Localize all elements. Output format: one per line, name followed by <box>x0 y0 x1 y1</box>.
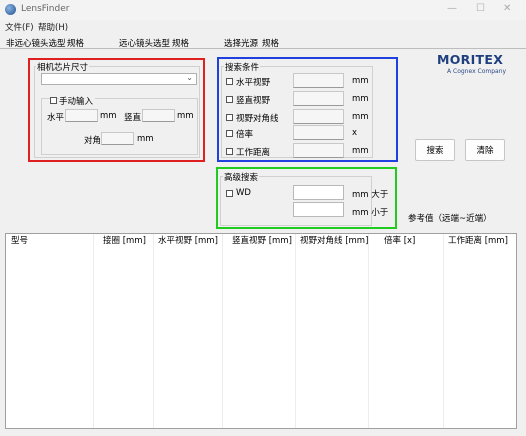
diagonal-fov-label: 视野对角线 <box>236 114 279 124</box>
manual-input-label: 手动输入 <box>59 95 96 107</box>
tab-divider <box>0 48 526 49</box>
magnification-input[interactable] <box>293 125 344 140</box>
column-header-hfov[interactable]: 水平视野 [mm] <box>158 234 218 248</box>
diagonal-fov-input[interactable] <box>293 109 344 124</box>
window-title: LensFinder <box>21 4 70 14</box>
wd-max-input[interactable] <box>293 202 344 217</box>
search-conditions-label: 搜索条件 <box>224 61 261 73</box>
reference-values-label: 参考值（远端~近端） <box>408 214 492 224</box>
wd-greater-label: mm 大于 <box>352 190 389 200</box>
diagonal-label: 对角 <box>84 136 102 146</box>
clear-button[interactable]: 清除 <box>465 139 505 161</box>
advanced-search-group <box>220 176 372 226</box>
wd-less-label: mm 小于 <box>352 208 389 218</box>
chevron-down-icon: ⌄ <box>186 73 193 82</box>
wd-label: WD <box>236 188 251 198</box>
column-divider <box>93 234 94 428</box>
sensor-size-dropdown[interactable]: ⌄ <box>41 73 197 85</box>
advanced-search-label: 高级搜索 <box>223 171 260 183</box>
maximize-icon[interactable]: ☐ <box>476 3 485 14</box>
vfov-input[interactable] <box>293 91 344 106</box>
magnification-unit: x <box>352 128 358 138</box>
diagonal-unit: mm <box>137 134 154 144</box>
vertical-input[interactable] <box>142 109 175 122</box>
results-table[interactable]: 型号 接圈 [mm] 水平视野 [mm] 竖直视野 [mm] 视野对角线 [mm… <box>5 233 517 429</box>
wd-min-input[interactable] <box>293 185 344 200</box>
minimize-icon[interactable]: — <box>447 3 457 14</box>
vfov-unit: mm <box>352 94 369 104</box>
hfov-input[interactable] <box>293 73 344 88</box>
horizontal-input[interactable] <box>65 109 98 122</box>
column-header-magnification[interactable]: 倍率 [x] <box>384 234 415 248</box>
column-divider <box>443 234 444 428</box>
column-header-working-distance[interactable]: 工作距离 [mm] <box>448 234 508 248</box>
horizontal-unit: mm <box>100 111 117 121</box>
hfov-unit: mm <box>352 76 369 86</box>
vfov-checkbox[interactable] <box>226 96 233 103</box>
working-distance-checkbox[interactable] <box>226 148 233 155</box>
close-icon[interactable]: ✕ <box>503 3 511 14</box>
column-header-diagonal-fov[interactable]: 视野对角线 [mm] <box>300 234 368 248</box>
diagonal-fov-unit: mm <box>352 112 369 122</box>
magnification-label: 倍率 <box>236 130 254 140</box>
column-divider <box>368 234 369 428</box>
diagonal-fov-checkbox[interactable] <box>226 114 233 121</box>
working-distance-input[interactable] <box>293 143 344 158</box>
wd-checkbox[interactable] <box>226 190 233 197</box>
moritex-logo: MORITEX <box>437 52 504 67</box>
vertical-label: 竖直 <box>124 113 142 123</box>
search-button[interactable]: 搜索 <box>415 139 455 161</box>
diagonal-input[interactable] <box>101 132 134 145</box>
column-header-vfov[interactable]: 竖直视野 [mm] <box>232 234 292 248</box>
column-divider <box>295 234 296 428</box>
menu-help[interactable]: 帮助(H) <box>38 21 68 33</box>
horizontal-label: 水平 <box>47 113 65 123</box>
manual-input-checkbox[interactable] <box>50 97 57 104</box>
working-distance-label: 工作距离 <box>236 148 271 158</box>
hfov-checkbox[interactable] <box>226 78 233 85</box>
column-header-extension-ring[interactable]: 接圈 [mm] <box>103 234 146 248</box>
hfov-label: 水平视野 <box>236 78 271 88</box>
column-divider <box>153 234 154 428</box>
vfov-label: 竖直视野 <box>236 96 271 106</box>
app-icon <box>5 4 16 15</box>
magnification-checkbox[interactable] <box>226 130 233 137</box>
menu-file[interactable]: 文件(F) <box>5 21 34 33</box>
working-distance-unit: mm <box>352 146 369 156</box>
moritex-logo-subtitle: A Cognex Company <box>447 68 507 75</box>
column-header-model[interactable]: 型号 <box>11 234 28 248</box>
column-divider <box>222 234 223 428</box>
sensor-size-label: 相机芯片尺寸 <box>36 61 90 73</box>
vertical-unit: mm <box>177 111 194 121</box>
